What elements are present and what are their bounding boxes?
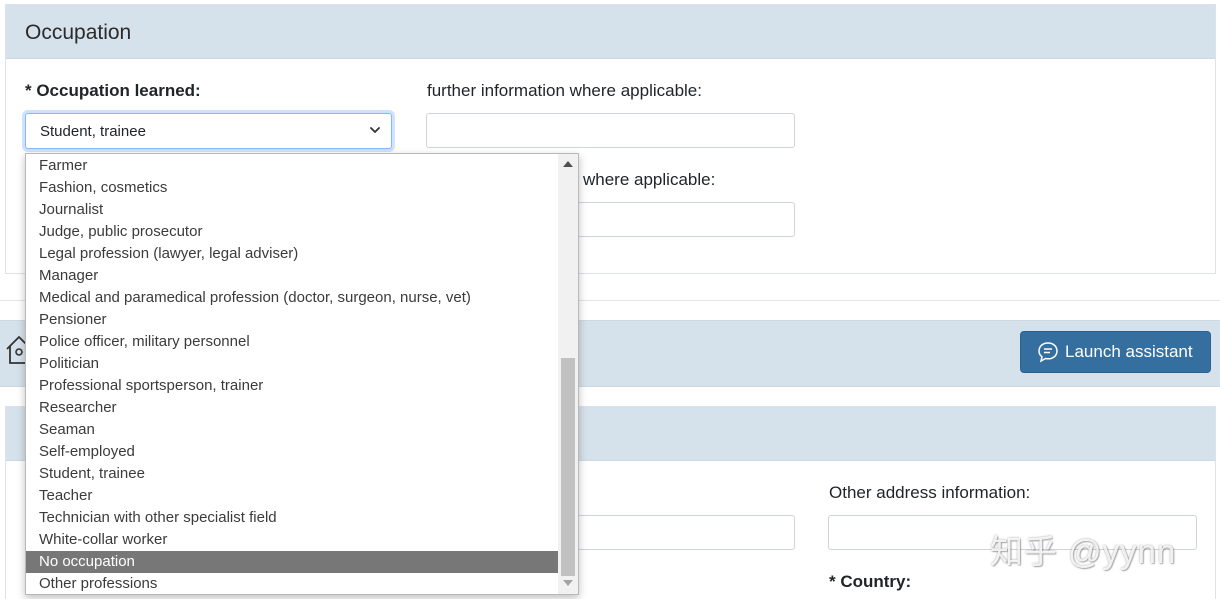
country-label: * Country: [829, 572, 912, 591]
chevron-down-icon [370, 127, 380, 133]
further-info-label-2: where applicable: [583, 170, 716, 189]
scroll-thumb[interactable] [561, 358, 575, 576]
option-teacher[interactable]: Teacher [26, 485, 558, 507]
scroll-up-arrow-icon[interactable] [563, 161, 573, 167]
option-other-professions[interactable]: Other professions [26, 573, 558, 594]
option-pensioner[interactable]: Pensioner [26, 309, 558, 331]
option-police-military[interactable]: Police officer, military personnel [26, 331, 558, 353]
occupation-title: Occupation [25, 21, 132, 44]
occupation-header: Occupation [6, 5, 1215, 59]
option-farmer[interactable]: Farmer [26, 155, 558, 177]
occupation-learned-label: * Occupation learned: [25, 81, 201, 100]
scroll-down-arrow-icon[interactable] [563, 580, 573, 586]
option-technician[interactable]: Technician with other specialist field [26, 507, 558, 529]
option-student-trainee[interactable]: Student, trainee [26, 463, 558, 485]
occupation-dropdown-list[interactable]: Farmer Fashion, cosmetics Journalist Jud… [25, 153, 579, 595]
option-seaman[interactable]: Seaman [26, 419, 558, 441]
further-info-label: further information where applicable: [427, 81, 702, 100]
option-no-occupation[interactable]: No occupation [26, 551, 558, 573]
option-manager[interactable]: Manager [26, 265, 558, 287]
option-legal-profession[interactable]: Legal profession (lawyer, legal adviser) [26, 243, 558, 265]
option-sportsperson-trainer[interactable]: Professional sportsperson, trainer [26, 375, 558, 397]
chat-bubble-icon [1038, 342, 1058, 363]
launch-assistant-button[interactable]: Launch assistant [1020, 331, 1211, 373]
other-address-label: Other address information: [829, 483, 1031, 502]
option-judge-public-prosecutor[interactable]: Judge, public prosecutor [26, 221, 558, 243]
occupation-learned-select[interactable]: Student, trainee [25, 113, 392, 149]
watermark: 知乎 @yynn [990, 533, 1177, 570]
occupation-learned-value: Student, trainee [40, 123, 146, 140]
launch-assistant-label: Launch assistant [1065, 342, 1193, 361]
option-self-employed[interactable]: Self-employed [26, 441, 558, 463]
option-fashion-cosmetics[interactable]: Fashion, cosmetics [26, 177, 558, 199]
occupation-options: Farmer Fashion, cosmetics Journalist Jud… [26, 155, 558, 594]
option-journalist[interactable]: Journalist [26, 199, 558, 221]
option-medical-profession[interactable]: Medical and paramedical profession (doct… [26, 287, 558, 309]
option-politician[interactable]: Politician [26, 353, 558, 375]
option-researcher[interactable]: Researcher [26, 397, 558, 419]
option-white-collar-worker[interactable]: White-collar worker [26, 529, 558, 551]
dropdown-scrollbar[interactable] [558, 154, 578, 594]
further-info-input[interactable] [426, 113, 795, 148]
